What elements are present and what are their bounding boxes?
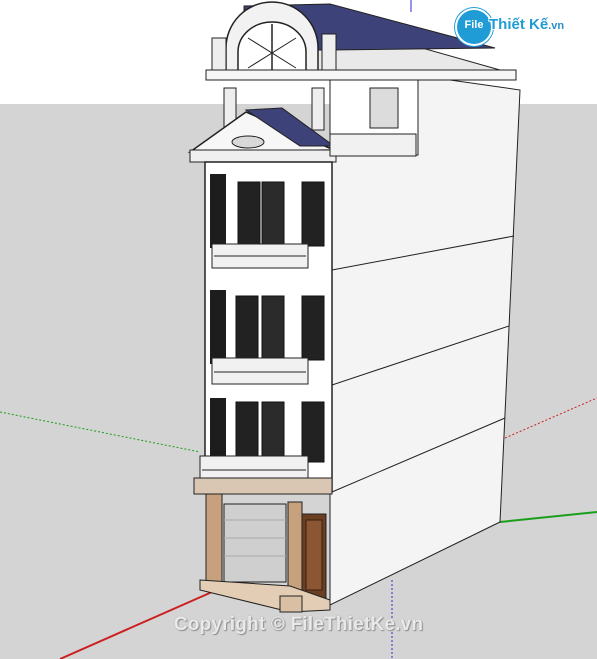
window-f2-right	[301, 401, 325, 463]
rolling-shutter	[223, 503, 287, 583]
dormer-urn-left	[211, 37, 227, 73]
logo-brand-text: Thiết Kế	[489, 16, 549, 33]
terrace-opening	[369, 87, 399, 129]
logo-badge-icon: File	[455, 8, 493, 46]
step-block	[279, 595, 303, 613]
window-f4-mid	[261, 181, 285, 247]
terrace-pillar-right	[311, 87, 325, 131]
entry-door-panel	[305, 519, 323, 591]
pediment-ornament	[231, 135, 265, 149]
balcony-f3	[211, 357, 309, 385]
ground-column-left	[205, 493, 223, 587]
facade-pilaster-l3	[210, 290, 226, 364]
copyright-watermark: Copyright © FileThietKe.vn	[173, 614, 424, 635]
ground-cornice	[193, 477, 333, 495]
window-f3-left	[235, 295, 259, 361]
sketchup-viewport[interactable]: File Thiết Kế.vn Copyright © FileThietKe…	[0, 0, 597, 659]
window-f3-mid	[261, 295, 285, 361]
watermark-logo: File Thiết Kế.vn	[455, 6, 587, 46]
roof-cornice	[205, 69, 517, 81]
logo-wordmark: Thiết Kế.vn	[489, 16, 564, 33]
window-f4-right	[301, 181, 325, 247]
ground-column-right	[287, 501, 303, 595]
window-f2-mid	[261, 401, 285, 463]
pediment-base	[189, 149, 337, 163]
window-f3-right	[301, 295, 325, 361]
logo-domain-text: .vn	[548, 20, 565, 32]
logo-badge-label: File	[464, 19, 484, 31]
facade-pilaster-l4	[210, 174, 226, 248]
dormer-urn-right	[321, 33, 337, 71]
model-scene[interactable]	[0, 0, 597, 659]
window-f4-left	[237, 181, 261, 247]
balustrade-top	[329, 133, 417, 157]
window-f2-left	[235, 401, 259, 463]
